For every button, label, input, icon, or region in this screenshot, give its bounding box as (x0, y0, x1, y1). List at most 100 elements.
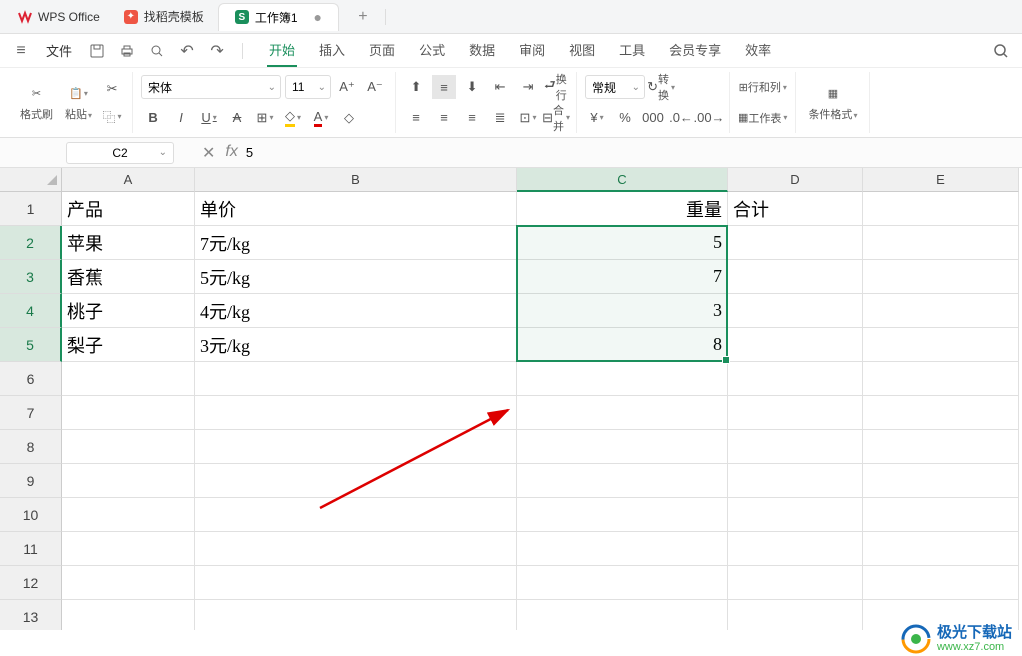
cell[interactable] (517, 430, 728, 464)
cell[interactable]: 合计 (728, 192, 863, 226)
save-icon[interactable] (86, 40, 108, 62)
decimal-dec-button[interactable]: .00→ (697, 106, 721, 130)
cell[interactable] (728, 362, 863, 396)
format-painter-button[interactable]: ✂ 格式刷 (16, 82, 57, 124)
rowcol-button[interactable]: ⊞ 行和列 (738, 75, 787, 99)
column-header[interactable]: C (517, 168, 728, 192)
cell[interactable]: 产品 (62, 192, 195, 226)
cell[interactable] (62, 362, 195, 396)
font-color-button[interactable]: A (309, 106, 333, 130)
cell[interactable] (863, 566, 1019, 600)
indent-dec-button[interactable]: ⇤ (488, 75, 512, 99)
merge-button[interactable]: ⊟ 合并 (544, 106, 568, 130)
cell[interactable] (195, 532, 517, 566)
cell[interactable]: 梨子 (62, 328, 195, 362)
cond-format-button[interactable]: ▦ 条件格式 (804, 82, 861, 124)
cell[interactable]: 7元/kg (195, 226, 517, 260)
cell[interactable] (62, 430, 195, 464)
cell[interactable]: 桃子 (62, 294, 195, 328)
cell[interactable]: 单价 (195, 192, 517, 226)
cell[interactable] (863, 362, 1019, 396)
clear-format-button[interactable]: ◇ (337, 106, 361, 130)
align-middle-button[interactable]: ≡ (432, 75, 456, 99)
column-header[interactable]: D (728, 168, 863, 192)
justify-button[interactable]: ≣ (488, 106, 512, 130)
comma-button[interactable]: 000 (641, 106, 665, 130)
cell[interactable] (863, 532, 1019, 566)
cell[interactable] (195, 498, 517, 532)
row-header[interactable]: 9 (0, 464, 62, 498)
row-header[interactable]: 2 (0, 226, 62, 260)
align-center-button[interactable]: ≡ (432, 106, 456, 130)
indent-inc-button[interactable]: ⇥ (516, 75, 540, 99)
cell[interactable] (728, 464, 863, 498)
cell[interactable] (62, 396, 195, 430)
template-tab[interactable]: ✦ 找稻壳模板 (114, 3, 214, 31)
fill-color-button[interactable]: ◇ (281, 106, 305, 130)
cell[interactable] (517, 566, 728, 600)
worksheet-button[interactable]: ▦ 工作表 (738, 106, 787, 130)
print-icon[interactable] (116, 40, 138, 62)
cell[interactable]: 3元/kg (195, 328, 517, 362)
percent-button[interactable]: % (613, 106, 637, 130)
cell[interactable]: 8 (517, 328, 728, 362)
tab-data[interactable]: 数据 (467, 34, 497, 67)
tab-insert[interactable]: 插入 (317, 34, 347, 67)
align-left-button[interactable]: ≡ (404, 106, 428, 130)
row-header[interactable]: 13 (0, 600, 62, 630)
align-top-button[interactable]: ⬆ (404, 75, 428, 99)
transform-button[interactable]: ↻ 转换 (649, 75, 673, 99)
row-header[interactable]: 3 (0, 260, 62, 294)
row-header[interactable]: 5 (0, 328, 62, 362)
row-header[interactable]: 1 (0, 192, 62, 226)
align-bottom-button[interactable]: ⬇ (460, 75, 484, 99)
cell[interactable] (62, 566, 195, 600)
row-header[interactable]: 4 (0, 294, 62, 328)
font-size-select[interactable]: 11 (285, 75, 331, 99)
cell[interactable] (517, 600, 728, 630)
cell[interactable] (517, 464, 728, 498)
file-menu[interactable]: 文件 (40, 41, 78, 60)
underline-button[interactable]: U (197, 106, 221, 130)
formula-input[interactable] (238, 142, 1016, 164)
cell[interactable] (728, 226, 863, 260)
cell[interactable] (863, 226, 1019, 260)
cell[interactable] (195, 600, 517, 630)
decimal-inc-button[interactable]: .0← (669, 106, 693, 130)
strike-button[interactable]: A (225, 106, 249, 130)
cell[interactable] (517, 532, 728, 566)
cell[interactable] (728, 396, 863, 430)
copy-button[interactable]: ⿻ (100, 105, 124, 129)
cell[interactable]: 5 (517, 226, 728, 260)
tab-page[interactable]: 页面 (367, 34, 397, 67)
row-header[interactable]: 8 (0, 430, 62, 464)
column-header[interactable]: A (62, 168, 195, 192)
bold-button[interactable]: B (141, 106, 165, 130)
add-tab-button[interactable]: + (351, 5, 375, 29)
currency-button[interactable]: ¥ (585, 106, 609, 130)
tab-start[interactable]: 开始 (267, 34, 297, 67)
cell[interactable] (863, 396, 1019, 430)
cell[interactable] (863, 328, 1019, 362)
cell[interactable] (195, 396, 517, 430)
cancel-icon[interactable]: ✕ (202, 143, 215, 163)
cell[interactable]: 苹果 (62, 226, 195, 260)
row-header[interactable]: 6 (0, 362, 62, 396)
cell[interactable] (728, 498, 863, 532)
cell[interactable]: 3 (517, 294, 728, 328)
cell[interactable] (728, 294, 863, 328)
decrease-font-button[interactable]: A⁻ (363, 75, 387, 99)
cell[interactable] (863, 498, 1019, 532)
tab-view[interactable]: 视图 (567, 34, 597, 67)
increase-font-button[interactable]: A⁺ (335, 75, 359, 99)
document-tab[interactable]: S 工作簿1 ● (218, 3, 339, 31)
app-tab[interactable]: WPS Office (8, 3, 110, 31)
undo-icon[interactable]: ↶ (176, 40, 198, 62)
tab-efficiency[interactable]: 效率 (743, 34, 773, 67)
cell[interactable] (728, 260, 863, 294)
preview-icon[interactable] (146, 40, 168, 62)
menu-icon[interactable]: ≡ (10, 40, 32, 62)
cell[interactable] (195, 362, 517, 396)
column-header[interactable]: E (863, 168, 1019, 192)
cell[interactable]: 香蕉 (62, 260, 195, 294)
